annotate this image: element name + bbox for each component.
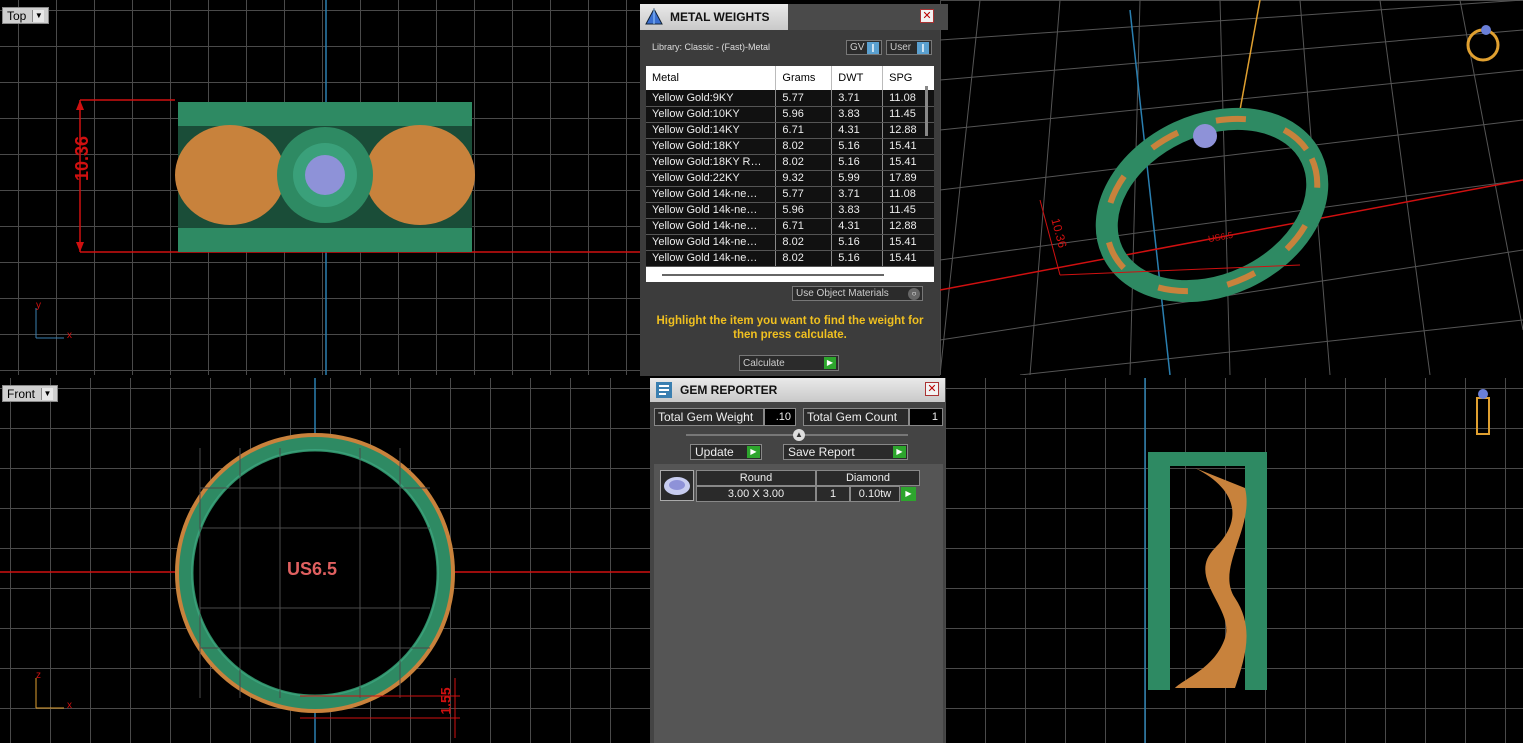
diamond-icon <box>664 477 690 495</box>
table-row[interactable]: Yellow Gold 14k-ne… 6.71 4.31 12.88 <box>646 218 934 235</box>
perspective-drawing <box>940 0 1523 375</box>
gem-size: 3.00 X 3.00 <box>696 486 816 502</box>
save-report-button[interactable]: Save Report ▶ <box>783 444 908 460</box>
total-gem-weight-value: .10 <box>764 408 796 426</box>
col-metal[interactable]: Metal <box>646 66 777 90</box>
ring-size-label: US6.5 <box>287 559 338 579</box>
pyramid-icon <box>645 7 663 25</box>
gem-count: 1 <box>816 486 850 502</box>
pendant-icon[interactable] <box>1473 388 1493 438</box>
perspective-viewport[interactable]: 10.36 US6.5 <box>940 0 1523 375</box>
top-viewport[interactable]: Top ▼ 10.36 y x <box>0 0 640 375</box>
col-grams[interactable]: Grams <box>775 66 833 90</box>
use-object-materials-toggle[interactable]: Use Object Materials ○ <box>792 286 923 301</box>
table-header-row: Metal Grams DWT SPG <box>646 66 934 90</box>
instruction-text: Highlight the item you want to find the … <box>656 315 924 341</box>
side-view-drawing <box>1144 378 1490 743</box>
total-gem-count-value: 1 <box>909 408 943 426</box>
front-dimension-label: 1.55 <box>437 687 454 715</box>
top-dimension-label: 10.36 <box>72 135 93 182</box>
right-viewport[interactable] <box>945 378 1523 743</box>
play-icon: ▶ <box>824 357 836 369</box>
user-toggle[interactable]: User ❙ <box>886 40 932 55</box>
play-icon: ▶ <box>893 446 906 458</box>
close-icon[interactable]: ✕ <box>925 382 939 396</box>
axis-y-label: y <box>36 300 41 311</box>
total-gem-weight-label: Total Gem Weight <box>654 408 764 426</box>
horizontal-scrollbar[interactable] <box>662 274 884 276</box>
gem-material: Diamond <box>816 470 920 486</box>
ring-icon[interactable] <box>1464 24 1500 64</box>
gem-detail-button[interactable]: ▶ <box>901 487 916 501</box>
update-button[interactable]: Update ▶ <box>690 444 762 460</box>
table-row[interactable]: Yellow Gold:18KY R… 8.02 5.16 15.41 <box>646 154 934 171</box>
table-row[interactable]: Yellow Gold:18KY 8.02 5.16 15.41 <box>646 138 934 155</box>
table-row[interactable]: Yellow Gold:14KY 6.71 4.31 12.88 <box>646 122 934 139</box>
table-row[interactable]: Yellow Gold 14k-ne… 8.02 5.16 15.41 <box>646 250 934 267</box>
table-row[interactable]: Yellow Gold:10KY 5.96 3.83 11.45 <box>646 106 934 123</box>
axis-x-label: x <box>67 700 72 711</box>
close-icon[interactable]: ✕ <box>920 9 934 23</box>
col-dwt[interactable]: DWT <box>831 66 884 90</box>
metal-weights-titlebar[interactable]: METAL WEIGHTS ✕ <box>640 4 948 30</box>
top-view-drawing <box>35 0 640 375</box>
collapse-icon[interactable]: ▲ <box>793 429 805 441</box>
gem-list-empty-area <box>654 504 943 743</box>
gem-thumbnail <box>660 470 694 501</box>
total-gem-count-label: Total Gem Count <box>803 408 909 426</box>
calculate-button[interactable]: Calculate ▶ <box>739 355 839 371</box>
metal-table[interactable]: Metal Grams DWT SPG Yellow Gold:9KY 5.77 3… <box>646 66 934 282</box>
play-icon: ▶ <box>747 446 760 458</box>
table-row[interactable]: Yellow Gold:9KY 5.77 3.71 11.08 <box>646 90 934 107</box>
gem-reporter-titlebar[interactable]: GEM REPORTER ✕ <box>650 378 945 402</box>
gem-weight: 0.10tw <box>850 486 900 502</box>
gem-list[interactable]: Round Diamond 3.00 X 3.00 1 0.10tw ▶ <box>654 464 943 504</box>
metal-weights-title: METAL WEIGHTS <box>670 10 770 24</box>
gem-reporter-title: GEM REPORTER <box>680 383 778 397</box>
front-viewport[interactable]: Front ▼ US6.5 1.55 z x <box>0 378 650 743</box>
table-row[interactable]: Yellow Gold 14k-ne… 5.77 3.71 11.08 <box>646 186 934 203</box>
gem-shape: Round <box>696 470 816 486</box>
library-label: Library: Classic - (Fast)-Metal <box>652 42 771 52</box>
gv-toggle[interactable]: GV ❙ <box>846 40 882 55</box>
table-row[interactable]: Yellow Gold 14k-ne… 8.02 5.16 15.41 <box>646 234 934 251</box>
table-row[interactable]: Yellow Gold 14k-ne… 5.96 3.83 11.45 <box>646 202 934 219</box>
metal-weights-panel: METAL WEIGHTS ✕ Library: Classic - (Fast… <box>640 4 948 376</box>
axis-x-label: x <box>67 330 72 341</box>
vertical-scrollbar[interactable] <box>925 86 928 136</box>
gem-reporter-panel: GEM REPORTER ✕ Total Gem Weight .10 Tota… <box>650 378 945 743</box>
axis-z-label: z <box>36 670 41 681</box>
table-row[interactable]: Yellow Gold:22KY 9.32 5.99 17.89 <box>646 170 934 187</box>
gem-report-icon <box>656 382 672 398</box>
